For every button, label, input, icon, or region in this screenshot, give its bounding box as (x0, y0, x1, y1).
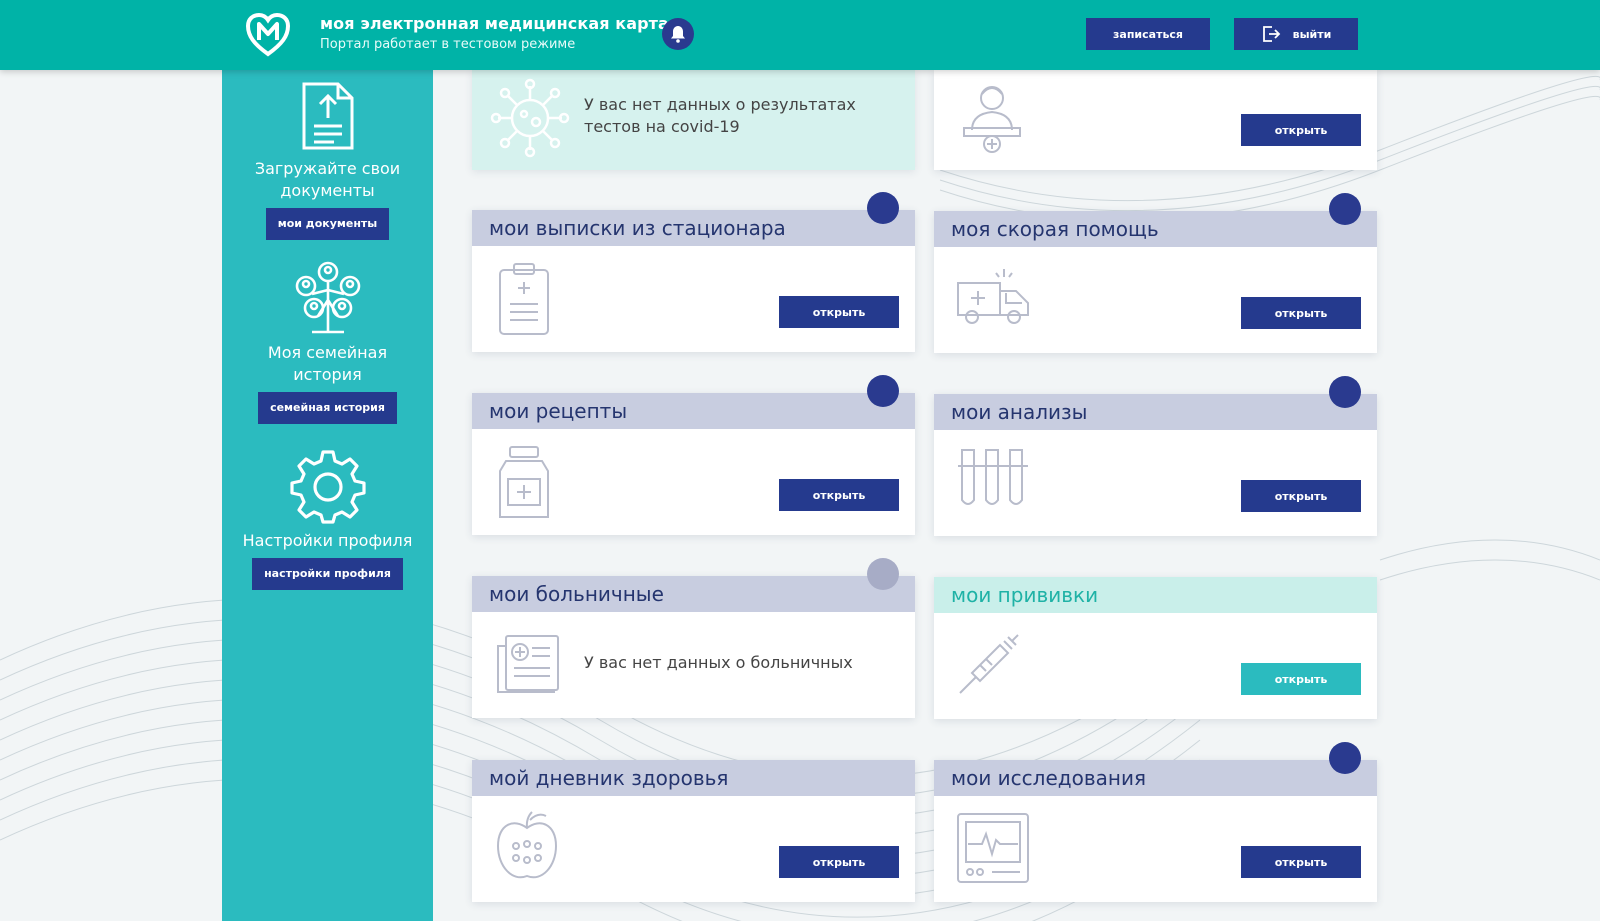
sidebar-label-documents: Загружайте свои документы (254, 159, 401, 200)
sick-leave-card: мои больничные У вас нет данных о больни… (472, 558, 915, 718)
sick-leave-card-title: мои больничные (472, 558, 915, 612)
covid-results-card: У вас нет данных о результатах тестов на… (472, 70, 915, 170)
appointment-button[interactable]: записаться (1086, 18, 1210, 50)
sick-leave-message: У вас нет данных о больничных (584, 653, 853, 672)
family-history-button[interactable]: семейная история (258, 392, 397, 424)
ambulance-card-title: моя скорая помощь (934, 193, 1377, 247)
notification-dot (867, 375, 899, 407)
ambulance-title-text: моя скорая помощь (951, 217, 1159, 241)
notification-dot (1329, 742, 1361, 774)
family-tree-icon (295, 261, 360, 334)
discharge-card-title: мои выписки из стационара (472, 192, 915, 246)
logout-button[interactable]: выйти (1234, 18, 1358, 50)
sick-leave-icon (497, 635, 559, 693)
examinations-card: мои исследования открыть (934, 742, 1377, 902)
doctor-icon (963, 86, 1021, 153)
virus-icon (490, 78, 570, 158)
portal-subtitle: Портал работает в тестовом режиме (320, 37, 576, 52)
vaccinations-title-text: мои прививки (951, 583, 1099, 607)
logout-icon (1262, 26, 1280, 42)
logo-heart-icon[interactable] (244, 10, 292, 58)
sidebar: Загружайте свои документы мои документы … (222, 70, 433, 921)
examinations-card-title: мои исследования (934, 742, 1377, 796)
gear-icon (289, 450, 366, 524)
notification-dot (1329, 376, 1361, 408)
health-diary-open-button[interactable]: открыть (779, 846, 899, 878)
portal-title: моя электронная медицинская карта (320, 14, 669, 33)
doctor-open-button[interactable]: открыть (1241, 114, 1361, 146)
monitor-ecg-icon (957, 813, 1029, 883)
sidebar-label-family: Моя семейная история (267, 343, 388, 384)
sidebar-item-settings: Настройки профиля настройки профиля (222, 448, 433, 590)
covid-message: У вас нет данных о результатах тестов на… (584, 95, 856, 136)
vaccinations-open-button[interactable]: открыть (1241, 663, 1361, 695)
vaccinations-card: мои прививки открыть (934, 577, 1377, 719)
examinations-title-text: мои исследования (951, 766, 1146, 790)
logout-label: выйти (1292, 27, 1332, 41)
medicine-bottle-icon (499, 446, 549, 518)
ambulance-card: моя скорая помощь открыть (934, 193, 1377, 353)
prescriptions-card: мои рецепты открыть (472, 375, 915, 535)
sick-leave-title-text: мои больничные (489, 582, 664, 606)
sidebar-item-family: Моя семейная история семейная история (222, 260, 433, 424)
test-tubes-icon (958, 449, 1028, 505)
examinations-open-button[interactable]: открыть (1241, 846, 1361, 878)
notification-dot (867, 192, 899, 224)
prescriptions-open-button[interactable]: открыть (779, 479, 899, 511)
profile-settings-button[interactable]: настройки профиля (252, 558, 403, 590)
tests-open-button[interactable]: открыть (1241, 480, 1361, 512)
health-diary-card: мой дневник здоровья открыть (472, 760, 915, 902)
tests-title-text: мои анализы (951, 400, 1088, 424)
health-diary-card-title: мой дневник здоровья (472, 760, 915, 796)
sidebar-item-documents: Загружайте свои документы мои документы (222, 80, 433, 240)
tests-card-title: мои анализы (934, 376, 1377, 430)
vaccinations-card-title: мои прививки (934, 577, 1377, 613)
discharge-card: мои выписки из стационара открыть (472, 192, 915, 352)
health-diary-title-text: мой дневник здоровья (489, 766, 729, 790)
document-upload-icon (302, 82, 353, 150)
top-header: моя электронная медицинская карта Портал… (0, 0, 1600, 70)
notification-dot (1329, 193, 1361, 225)
ambulance-icon (957, 269, 1029, 324)
notification-dot (867, 558, 899, 590)
doctor-card: открыть (934, 70, 1377, 170)
ambulance-open-button[interactable]: открыть (1241, 297, 1361, 329)
tests-card: мои анализы открыть (934, 376, 1377, 536)
prescriptions-card-title: мои рецепты (472, 375, 915, 429)
notifications-bell-icon[interactable] (662, 18, 694, 50)
my-documents-button[interactable]: мои документы (265, 208, 390, 240)
discharge-title-text: мои выписки из стационара (489, 216, 786, 240)
sidebar-label-settings: Настройки профиля (242, 531, 413, 550)
prescriptions-title-text: мои рецепты (489, 399, 628, 423)
discharge-open-button[interactable]: открыть (779, 296, 899, 328)
apple-icon (496, 811, 558, 879)
clipboard-icon (499, 263, 549, 335)
syringe-icon (959, 634, 1019, 694)
